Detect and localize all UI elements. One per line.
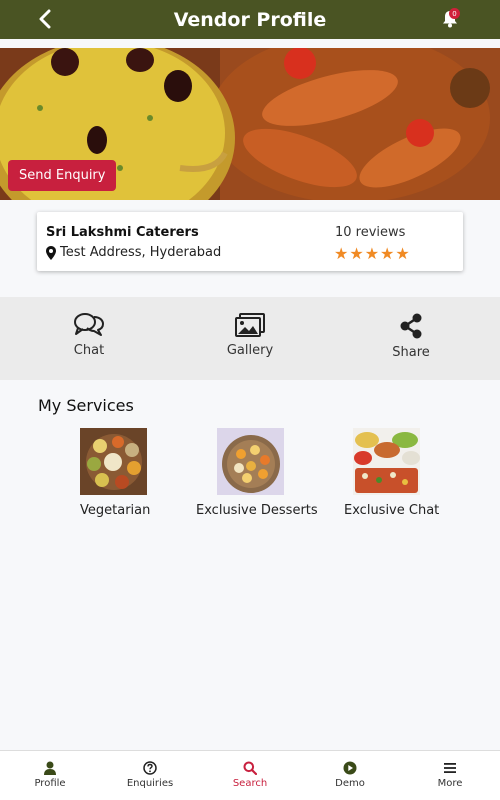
menu-icon [444, 763, 456, 773]
bottom-navigation: Profile Enquiries Search Demo More [0, 750, 500, 800]
nav-label: Enquiries [126, 778, 174, 789]
share-action[interactable]: Share [371, 312, 451, 360]
chat-icon [74, 313, 104, 336]
service-exclusive-desserts[interactable]: Exclusive Desserts [196, 428, 318, 518]
action-bar: Chat Gallery Share [0, 297, 500, 380]
service-label: Vegetarian [80, 503, 151, 518]
service-vegetarian[interactable]: Vegetarian [80, 428, 151, 518]
nav-label: Search [232, 778, 268, 789]
star-icon: ★ [364, 244, 380, 263]
vendor-name: Sri Lakshmi Caterers [46, 225, 199, 240]
vendor-address-text: Test Address, Hyderabad [60, 245, 222, 260]
vendor-info-card: Sri Lakshmi Caterers Test Address, Hyder… [37, 212, 463, 271]
service-label: Exclusive Chat [344, 503, 440, 518]
map-pin-icon [46, 245, 56, 260]
back-button[interactable] [34, 6, 56, 32]
nav-label: Demo [335, 778, 365, 789]
send-enquiry-button[interactable]: Send Enquiry [8, 160, 117, 191]
share-icon [400, 313, 422, 339]
chat-action[interactable]: Chat [49, 312, 129, 358]
nav-label: More [437, 778, 463, 789]
play-icon [343, 761, 357, 775]
chevron-left-icon [39, 9, 51, 29]
notification-badge: 0 [449, 8, 460, 19]
reviews-count[interactable]: 10 reviews [335, 225, 405, 240]
page-title: Vendor Profile [173, 8, 327, 31]
question-icon [143, 761, 157, 775]
star-icon: ★ [349, 244, 364, 263]
nav-item-profile[interactable]: Profile [10, 761, 90, 789]
star-icon: ★ [334, 244, 349, 263]
app-header: Vendor Profile 0 [0, 0, 500, 39]
nav-label: Profile [34, 778, 66, 789]
search-icon [243, 761, 257, 775]
gallery-action[interactable]: Gallery [210, 312, 290, 358]
nav-item-search[interactable]: Search [210, 761, 290, 789]
nav-item-demo[interactable]: Demo [310, 761, 390, 789]
service-thumbnail [352, 428, 420, 495]
star-icon: ★ [395, 244, 410, 263]
vendor-address: Test Address, Hyderabad [46, 245, 221, 260]
service-exclusive-chat[interactable]: Exclusive Chat [344, 428, 440, 518]
chat-label: Chat [73, 343, 105, 358]
service-label: Exclusive Desserts [196, 503, 318, 518]
user-icon [44, 761, 56, 775]
service-thumbnail [80, 428, 147, 495]
gallery-icon [235, 313, 265, 337]
service-thumbnail [216, 428, 284, 495]
gallery-label: Gallery [226, 343, 274, 358]
star-icon: ★ [380, 244, 395, 263]
nav-item-enquiries[interactable]: Enquiries [110, 761, 190, 789]
share-label: Share [392, 345, 430, 360]
rating-stars: ★ ★ ★ ★ ★ [334, 246, 410, 262]
nav-item-more[interactable]: More [410, 761, 490, 789]
services-heading: My Services [38, 396, 134, 415]
